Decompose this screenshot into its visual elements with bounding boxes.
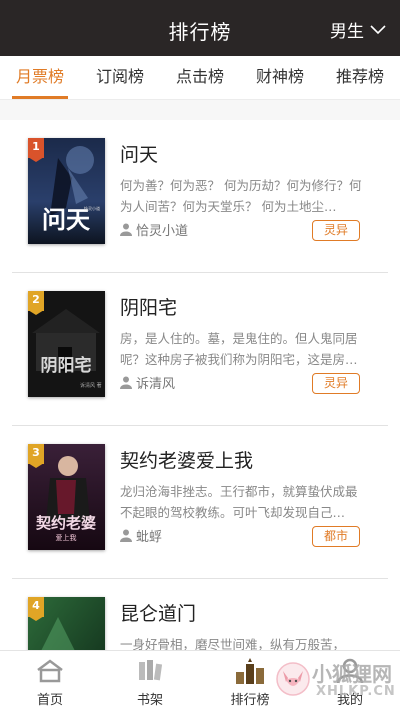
nav-bookshelf[interactable]: 书架 [100, 651, 200, 711]
book-cover[interactable]: 阴阳宅 诉清风 著 2 [28, 291, 105, 397]
book-item[interactable]: 问天 恰灵小道 1 问天 何为善？何为恶？ 何为历劫？何为修行？何为人间苦？何为… [0, 120, 400, 273]
genre-tag[interactable]: 灵异 [312, 373, 360, 394]
section-gap [0, 100, 400, 120]
chevron-down-icon [370, 24, 386, 34]
book-description: 房，是人住的。墓，是鬼住的。但人鬼同居呢？这种房子被我们称为阴阳宅，这是房… [120, 331, 358, 367]
svg-text:契约老婆: 契约老婆 [35, 514, 96, 532]
tab-wealth[interactable]: 财神榜 [240, 56, 320, 99]
svg-text:诉清风 著: 诉清风 著 [80, 382, 102, 389]
book-description: 龙归沧海非挫志。王行都市，就算蛰伏成最不起眼的驾校教练。可叶飞却发现自己… [120, 484, 358, 520]
book-title: 昆仑道门 [120, 603, 197, 625]
site-watermark: 小狐狸网 XHLKP.CN [276, 662, 395, 699]
svg-text:爱上我: 爱上我 [56, 533, 77, 542]
person-icon [120, 376, 132, 389]
book-list: 问天 恰灵小道 1 问天 何为善？何为恶？ 何为历劫？何为修行？何为人间苦？何为… [0, 120, 400, 650]
nav-label: 书架 [136, 693, 163, 708]
home-icon [37, 659, 63, 683]
author-name: 恰灵小道 [136, 224, 189, 239]
tab-subscriptions[interactable]: 订阅榜 [80, 56, 160, 99]
watermark-subtext: XHLKP.CN [316, 684, 396, 699]
author-name: 蚍蜉 [136, 530, 163, 545]
author-name: 诉清风 [136, 377, 176, 392]
svg-text:阴阳宅: 阴阳宅 [41, 355, 92, 376]
svg-text:问天: 问天 [42, 205, 90, 234]
book-cover[interactable]: 4 [28, 597, 105, 650]
rank-badge: 3 [28, 444, 44, 468]
person-icon [120, 223, 132, 236]
ranking-icon [236, 658, 264, 684]
svg-text:恰灵小道: 恰灵小道 [84, 205, 100, 211]
person-icon [120, 529, 132, 542]
book-title: 阴阳宅 [120, 297, 178, 319]
watermark-text: 小狐狸网 [312, 662, 392, 686]
book-description: 何为善？何为恶？ 何为历劫？何为修行？何为人间苦？何为天堂乐？ 何为土地尘… [120, 178, 362, 214]
book-author: 恰灵小道 [120, 220, 188, 239]
book-cover[interactable]: 契约老婆 爱上我 3 [28, 444, 105, 550]
fox-logo-icon [276, 662, 310, 696]
gender-selector[interactable]: 男生 [330, 17, 386, 42]
gender-label: 男生 [330, 22, 364, 42]
top-bar: 排行榜 男生 [0, 0, 400, 56]
bookshelf-icon [139, 660, 163, 681]
ranking-tabs: 月票榜 订阅榜 点击榜 财神榜 推荐榜 [0, 56, 400, 100]
book-item[interactable]: 阴阳宅 诉清风 著 2 阴阳宅 房，是人住的。墓，是鬼住的。但人鬼同居呢？这种房… [0, 273, 400, 426]
book-title: 契约老婆爱上我 [120, 450, 254, 472]
book-description: 一身好骨相，磨尽世间难，纵有万般苦，心… [120, 637, 346, 650]
genre-tag[interactable]: 都市 [312, 526, 360, 547]
rank-badge: 2 [28, 291, 44, 315]
book-cover[interactable]: 问天 恰灵小道 1 [28, 138, 105, 244]
genre-tag[interactable]: 灵异 [312, 220, 360, 241]
book-title: 问天 [120, 144, 159, 166]
tab-recommendations[interactable]: 推荐榜 [320, 56, 400, 99]
book-item[interactable]: 4 昆仑道门 一身好骨相，磨尽世间难，纵有万般苦，心… [0, 579, 400, 650]
nav-home[interactable]: 首页 [0, 651, 100, 711]
book-author: 诉清风 [120, 373, 175, 392]
book-item[interactable]: 契约老婆 爱上我 3 契约老婆爱上我 龙归沧海非挫志。王行都市，就算蛰伏成最不起… [0, 426, 400, 579]
tab-monthly-votes[interactable]: 月票榜 [0, 56, 80, 99]
book-author: 蚍蜉 [120, 526, 162, 545]
tab-clicks[interactable]: 点击榜 [160, 56, 240, 99]
rank-badge: 1 [28, 138, 44, 162]
rank-badge: 4 [28, 597, 44, 621]
nav-label: 首页 [36, 693, 63, 708]
